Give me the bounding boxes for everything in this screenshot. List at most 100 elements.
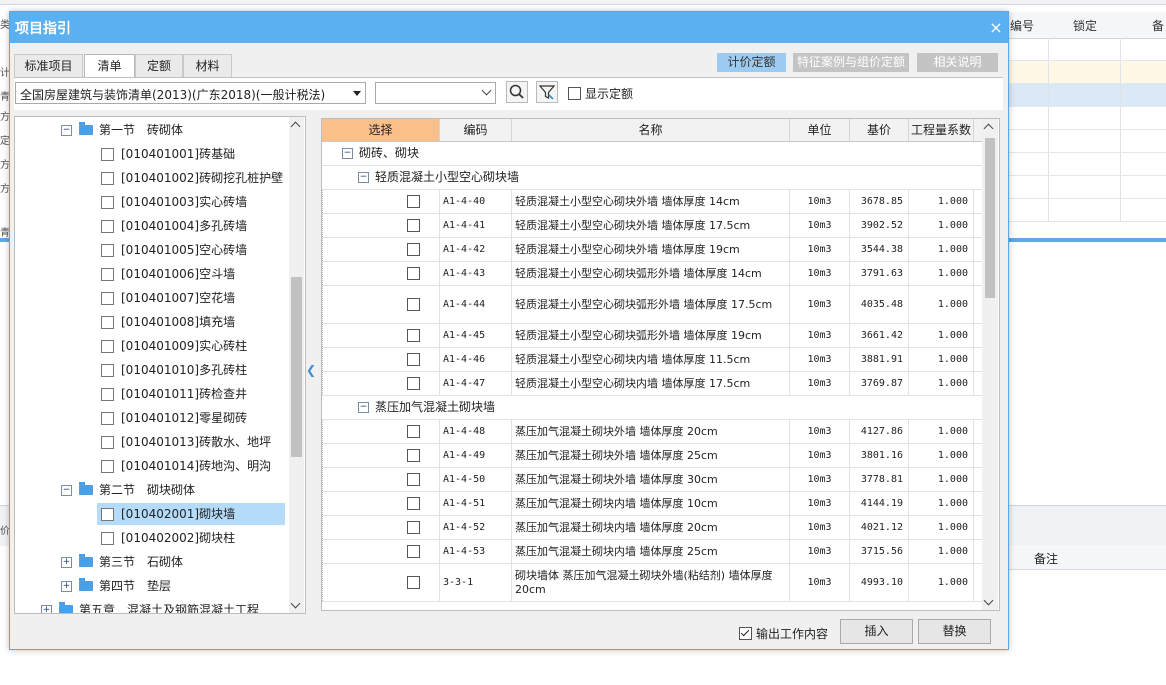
- tree-item-checkbox[interactable]: [101, 292, 114, 305]
- tree-item[interactable]: [010402002]砌块柱: [15, 527, 287, 549]
- insert-button[interactable]: 插入: [840, 619, 913, 644]
- collapse-icon[interactable]: −: [61, 485, 72, 496]
- grid-group-row[interactable]: − 砌砖、砌块: [322, 142, 982, 166]
- table-row[interactable]: A1-4-50 蒸压加气混凝土砌块外墙 墙体厚度 30cm 10m3 3778.81 1…: [322, 468, 982, 492]
- tree-item[interactable]: [010401002]砖砌挖孔桩护壁: [15, 167, 287, 189]
- table-row[interactable]: A1-4-52 蒸压加气混凝土砌块内墙 墙体厚度 20cm 10m3 4021.12 1…: [322, 516, 982, 540]
- pricing-quota-button[interactable]: 计价定额: [717, 53, 786, 72]
- row-select-checkbox[interactable]: [407, 267, 420, 280]
- tree-item-checkbox[interactable]: [101, 196, 114, 209]
- tree-section[interactable]: − 第一节 砖砌体: [15, 119, 287, 141]
- related-notes-button[interactable]: 相关说明: [917, 53, 998, 72]
- close-icon[interactable]: ×: [988, 20, 1004, 36]
- collapse-icon[interactable]: −: [342, 148, 353, 159]
- row-select-checkbox[interactable]: [407, 298, 420, 311]
- tree-item-checkbox[interactable]: [101, 244, 114, 257]
- tree-item[interactable]: [010401013]砖散水、地坪: [15, 431, 287, 453]
- col-name[interactable]: 名称: [512, 119, 790, 141]
- row-select-checkbox[interactable]: [407, 576, 420, 589]
- grid-group-row[interactable]: − 蒸压加气混凝土砌块墙: [322, 396, 982, 420]
- tree-item[interactable]: [010401006]空斗墙: [15, 263, 287, 285]
- tree-item-checkbox[interactable]: [101, 388, 114, 401]
- tree-item-checkbox[interactable]: [101, 412, 114, 425]
- tab-bill[interactable]: 清单: [84, 54, 135, 79]
- row-select-checkbox[interactable]: [407, 473, 420, 486]
- feature-case-button[interactable]: 特征案例与组价定额: [793, 53, 909, 72]
- table-row[interactable]: A1-4-48 蒸压加气混凝土砌块外墙 墙体厚度 20cm 10m3 4127.86 1…: [322, 420, 982, 444]
- expand-icon[interactable]: +: [41, 605, 52, 613]
- tree-item-checkbox[interactable]: [101, 172, 114, 185]
- tab-standard-items[interactable]: 标准项目: [14, 54, 83, 77]
- tree-item[interactable]: [010402001]砌块墙: [15, 503, 287, 525]
- tree-item[interactable]: [010401010]多孔砖柱: [15, 359, 287, 381]
- row-select-checkbox[interactable]: [407, 243, 420, 256]
- tree-item[interactable]: [010401005]空心砖墙: [15, 239, 287, 261]
- grid-scrollbar[interactable]: [982, 119, 998, 610]
- replace-button[interactable]: 替换: [918, 619, 991, 644]
- expand-icon[interactable]: +: [61, 557, 72, 568]
- show-quota-checkbox[interactable]: [568, 87, 581, 100]
- search-button[interactable]: [506, 81, 528, 103]
- tree-item[interactable]: [010401011]砖检查井: [15, 383, 287, 405]
- output-work-content-toggle[interactable]: 输出工作内容: [739, 625, 828, 642]
- row-select-checkbox[interactable]: [407, 353, 420, 366]
- tree-item[interactable]: [010401014]砖地沟、明沟: [15, 455, 287, 477]
- row-select-checkbox[interactable]: [407, 329, 420, 342]
- tree-item[interactable]: [010401009]实心砖柱: [15, 335, 287, 357]
- row-select-checkbox[interactable]: [407, 219, 420, 232]
- table-row[interactable]: A1-4-49 蒸压加气混凝土砌块外墙 墙体厚度 25cm 10m3 3801.16 1…: [322, 444, 982, 468]
- table-row[interactable]: A1-4-45 轻质混凝土小型空心砌块弧形外墙 墙体厚度 19cm 10m3 3661…: [322, 324, 982, 348]
- scroll-up-icon[interactable]: [290, 121, 301, 132]
- tree-item-checkbox[interactable]: [101, 364, 114, 377]
- table-row[interactable]: A1-4-44 轻质混凝土小型空心砌块弧形外墙 墙体厚度 17.5cm 10m3 40…: [322, 286, 982, 324]
- row-select-checkbox[interactable]: [407, 377, 420, 390]
- col-unit[interactable]: 单位: [790, 119, 850, 141]
- col-select[interactable]: 选择: [322, 119, 440, 141]
- tree-item-checkbox[interactable]: [101, 460, 114, 473]
- table-row[interactable]: A1-4-46 轻质混凝土小型空心砌块内墙 墙体厚度 11.5cm 10m3 3881…: [322, 348, 982, 372]
- show-quota-toggle[interactable]: 显示定额: [568, 85, 633, 102]
- table-row[interactable]: A1-4-40 轻质混凝土小型空心砌块外墙 墙体厚度 14cm 10m3 3678.8…: [322, 190, 982, 214]
- tree-item[interactable]: [010401003]实心砖墙: [15, 191, 287, 213]
- row-select-checkbox[interactable]: [407, 521, 420, 534]
- dialog-titlebar[interactable]: 项目指引 ×: [10, 12, 1008, 43]
- tree-section[interactable]: + 第四节 垫层: [15, 575, 287, 597]
- tree-item[interactable]: [010401007]空花墙: [15, 287, 287, 309]
- scroll-down-icon[interactable]: [983, 595, 994, 606]
- table-row[interactable]: A1-4-43 轻质混凝土小型空心砌块弧形外墙 墙体厚度 14cm 10m3 3791…: [322, 262, 982, 286]
- collapse-icon[interactable]: −: [358, 402, 369, 413]
- tree-item[interactable]: [010401008]填充墙: [15, 311, 287, 333]
- output-work-content-checkbox[interactable]: [739, 627, 752, 640]
- table-row[interactable]: A1-4-51 蒸压加气混凝土砌块内墙 墙体厚度 10cm 10m3 4144.19 1…: [322, 492, 982, 516]
- col-code[interactable]: 编码: [440, 119, 512, 141]
- table-row[interactable]: A1-4-47 轻质混凝土小型空心砌块内墙 墙体厚度 17.5cm 10m3 3769…: [322, 372, 982, 396]
- tree-item[interactable]: [010401004]多孔砖墙: [15, 215, 287, 237]
- collapse-panel-icon[interactable]: ❮: [306, 364, 316, 376]
- tree-item-checkbox[interactable]: [101, 508, 114, 521]
- collapse-icon[interactable]: −: [358, 172, 369, 183]
- row-select-checkbox[interactable]: [407, 425, 420, 438]
- expand-icon[interactable]: +: [61, 581, 72, 592]
- tree-item-checkbox[interactable]: [101, 340, 114, 353]
- table-row[interactable]: A1-4-42 轻质混凝土小型空心砌块外墙 墙体厚度 19cm 10m3 3544.3…: [322, 238, 982, 262]
- table-row[interactable]: 3-3-1 砌块墙体 蒸压加气混凝土砌块外墙(粘结剂) 墙体厚度 20cm 10m3…: [322, 564, 982, 602]
- grid-scroll-thumb[interactable]: [985, 138, 995, 298]
- col-factor[interactable]: 工程量系数: [909, 119, 974, 141]
- tree-section[interactable]: + 第三节 石砌体: [15, 551, 287, 573]
- scroll-up-icon[interactable]: [983, 123, 994, 134]
- row-select-checkbox[interactable]: [407, 545, 420, 558]
- row-select-checkbox[interactable]: [407, 497, 420, 510]
- filter-combo[interactable]: [375, 82, 496, 104]
- library-select[interactable]: 全国房屋建筑与装饰清单(2013)(广东2018)(一般计税法): [15, 82, 366, 104]
- tree-item-checkbox[interactable]: [101, 316, 114, 329]
- tree-scrollbar[interactable]: [289, 117, 304, 613]
- col-price[interactable]: 基价: [850, 119, 909, 141]
- table-row[interactable]: A1-4-53 蒸压加气混凝土砌块内墙 墙体厚度 25cm 10m3 3715.56 1…: [322, 540, 982, 564]
- filter-button[interactable]: [536, 81, 558, 103]
- tree-item[interactable]: [010401012]零星砌砖: [15, 407, 287, 429]
- collapse-icon[interactable]: −: [61, 125, 72, 136]
- tab-quota[interactable]: 定额: [135, 54, 183, 77]
- row-select-checkbox[interactable]: [407, 195, 420, 208]
- tree-item-checkbox[interactable]: [101, 436, 114, 449]
- scroll-down-icon[interactable]: [290, 598, 301, 609]
